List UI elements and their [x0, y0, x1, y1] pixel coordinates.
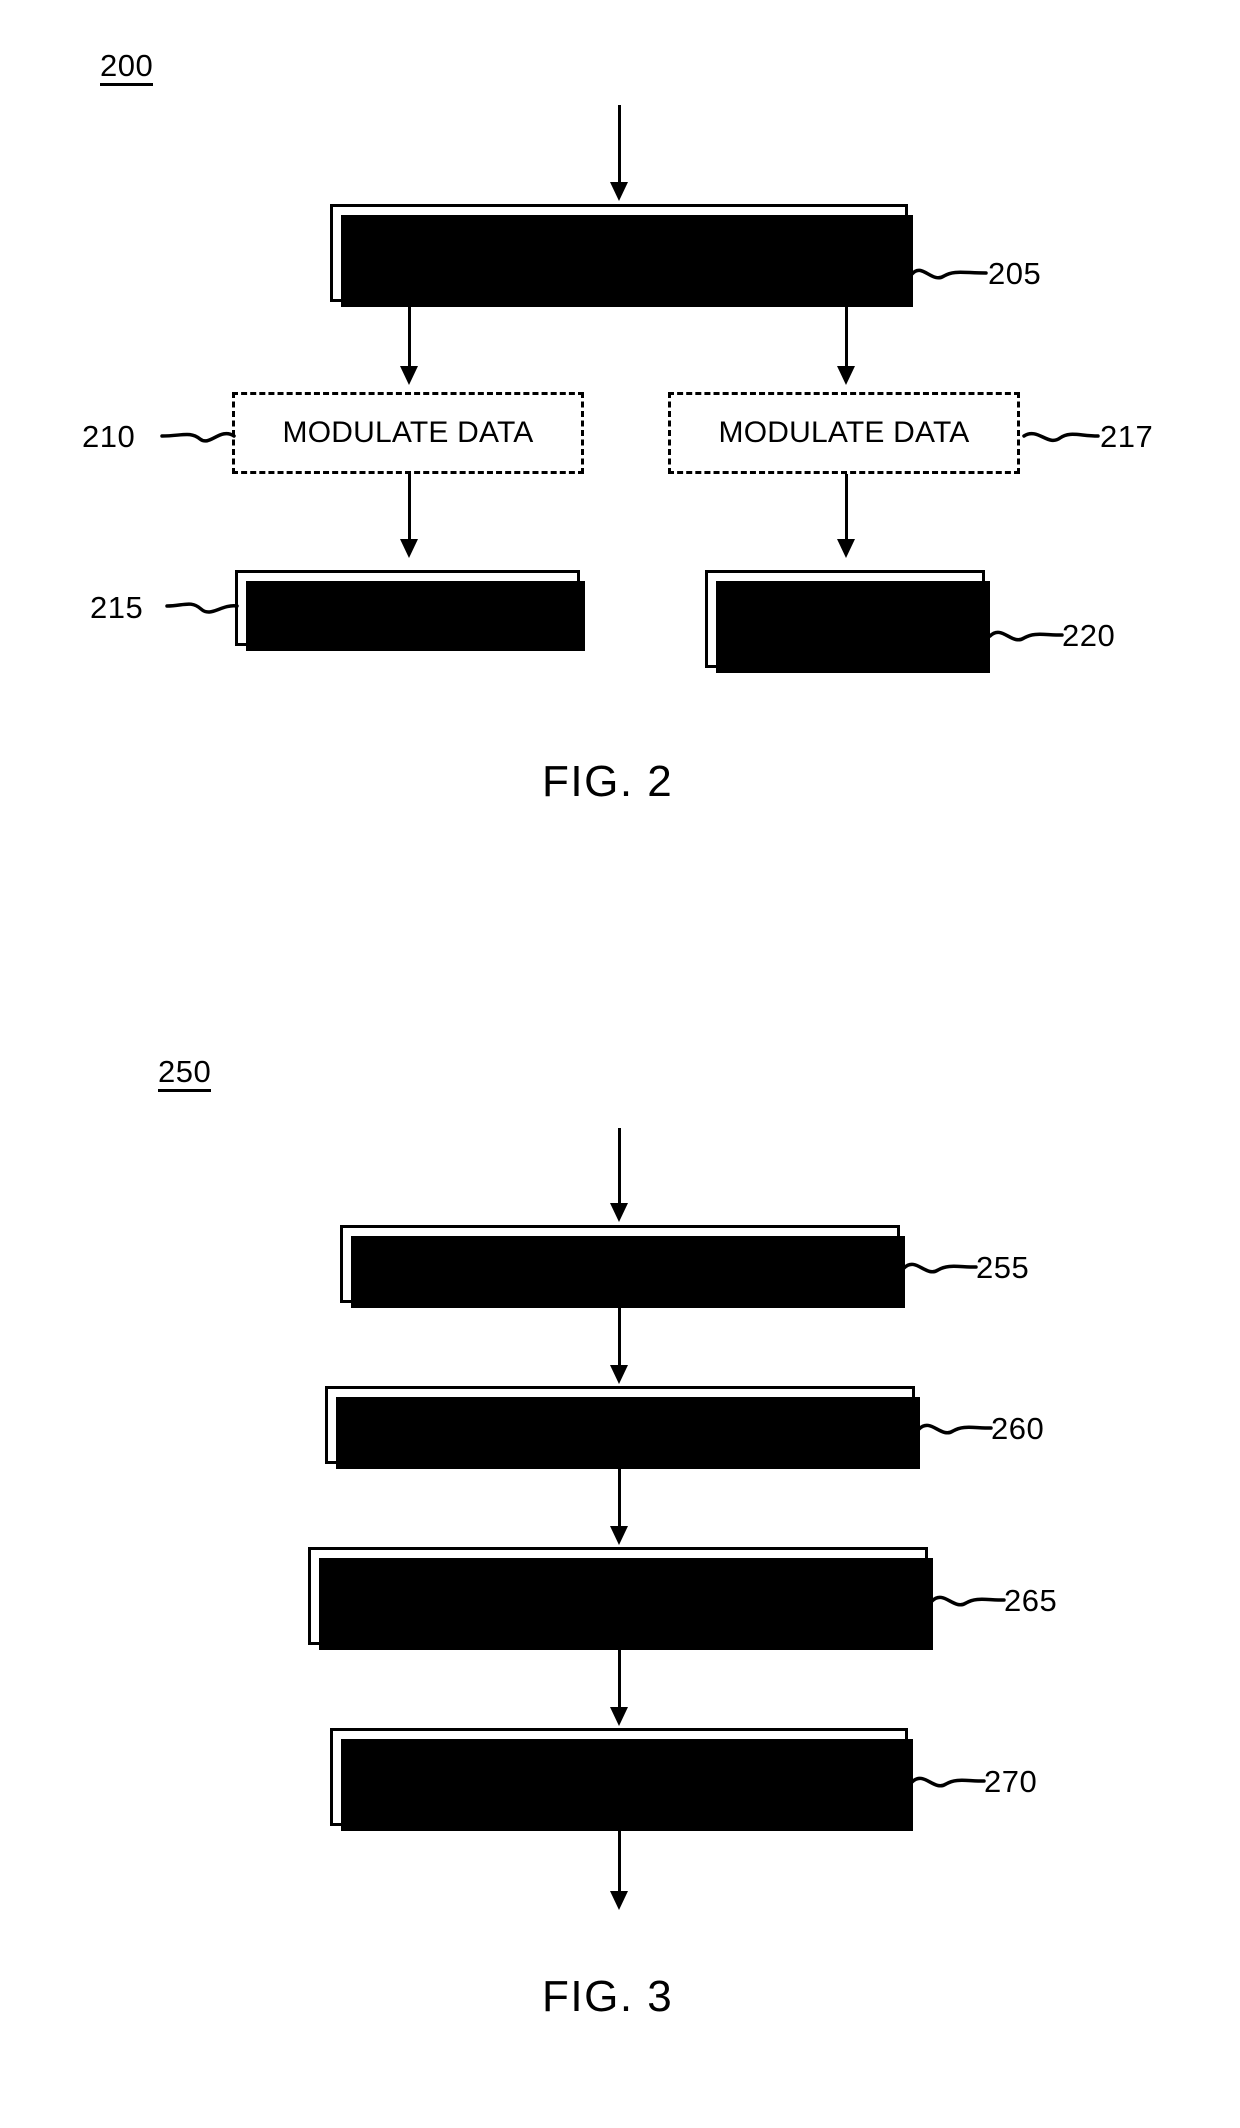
reference-numeral-260: 260 [991, 1411, 1045, 1446]
arrow-head-exit-from-270 [610, 1891, 628, 1910]
leader-line-220 [988, 630, 1064, 642]
process-box-220-line1: STORE DATA [750, 584, 940, 618]
process-box-270[interactable]: OBTAIN SOURCE SYMBOL BITS USING INVERSE C… [330, 1728, 913, 1831]
process-box-205-label: ENCODE INFORMATION BITS USING OPTIMIZED C… [382, 218, 855, 288]
arrow-210-to-215 [408, 474, 411, 542]
arrow-265-to-270 [618, 1645, 621, 1710]
process-box-260-label: ESTIMATE NOISE PARAMETERS [386, 1407, 854, 1441]
process-box-215-label: TRANSMIT DATA [287, 590, 528, 624]
arrow-head-entry-to-205 [610, 182, 628, 201]
patent-figure-sheet: 200 ENCODE INFORMATION BITS USING OPTIMIZ… [0, 0, 1240, 2128]
reference-numeral-220: 220 [1062, 618, 1116, 653]
reference-numeral-205: 205 [988, 256, 1042, 291]
process-box-215[interactable]: TRANSMIT DATA [235, 570, 585, 651]
arrow-head-205-to-217 [837, 366, 855, 385]
process-box-220-label: STORE DATA IN MEMORY [741, 584, 950, 654]
process-box-210[interactable]: MODULATE DATA [232, 392, 584, 474]
figure-2-flow-reference: 200 [100, 50, 154, 86]
leader-line-255 [902, 1262, 978, 1274]
process-box-270-line1: OBTAIN SOURCE SYMBOL BITS [389, 1742, 849, 1776]
process-box-205-line1: ENCODE INFORMATION BITS [406, 218, 832, 252]
arrow-head-217-to-220 [837, 539, 855, 558]
reference-numeral-265: 265 [1004, 1583, 1058, 1618]
process-box-265[interactable]: DECODE RECEIVED CODE WORD USING BAYES DEC… [308, 1547, 933, 1650]
process-box-210-label: MODULATE DATA [282, 415, 534, 449]
arrow-exit-from-270 [618, 1826, 621, 1894]
arrow-head-205-to-210 [400, 366, 418, 385]
leader-line-205 [910, 268, 988, 280]
reference-numeral-217: 217 [1100, 419, 1154, 454]
process-box-265-label: DECODE RECEIVED CODE WORD USING BAYES DEC… [361, 1561, 874, 1631]
process-box-270-label: OBTAIN SOURCE SYMBOL BITS USING INVERSE C… [380, 1742, 858, 1812]
reference-numeral-270: 270 [984, 1764, 1038, 1799]
arrow-head-entry-to-255 [610, 1203, 628, 1222]
process-box-220-line2: IN MEMORY [757, 619, 933, 652]
process-box-255-label: RECEIVE/DEMODULATE DATA [402, 1246, 838, 1280]
reference-numeral-215: 215 [90, 590, 144, 625]
process-box-260[interactable]: ESTIMATE NOISE PARAMETERS [325, 1386, 920, 1469]
process-box-205[interactable]: ENCODE INFORMATION BITS USING OPTIMIZED C… [330, 204, 913, 307]
reference-numeral-210: 210 [82, 419, 136, 454]
process-box-217[interactable]: MODULATE DATA [668, 392, 1020, 474]
process-box-255[interactable]: RECEIVE/DEMODULATE DATA [340, 1225, 905, 1308]
arrow-head-260-to-265 [610, 1526, 628, 1545]
arrow-260-to-265 [618, 1464, 621, 1529]
arrow-head-255-to-260 [610, 1365, 628, 1384]
reference-numeral-255: 255 [976, 1250, 1030, 1285]
leader-line-265 [930, 1595, 1006, 1607]
process-box-265-line2: USING BAYES DECODER [436, 1596, 800, 1629]
process-box-205-line2: USING OPTIMIZED CODEBOOK [392, 253, 846, 286]
figure-3-flow-reference: 250 [158, 1056, 212, 1092]
leader-line-270 [910, 1776, 986, 1788]
leader-line-215 [165, 602, 239, 614]
process-box-270-line2: USING INVERSE CODEBOOK [408, 1777, 830, 1810]
leader-line-217 [1022, 432, 1100, 442]
process-box-220[interactable]: STORE DATA IN MEMORY [705, 570, 990, 673]
figure-2-caption: FIG. 2 [542, 757, 674, 806]
arrow-255-to-260 [618, 1303, 621, 1368]
arrow-entry-to-255 [618, 1128, 621, 1206]
process-box-217-label: MODULATE DATA [718, 415, 970, 449]
arrow-head-210-to-215 [400, 539, 418, 558]
arrow-205-to-217 [845, 302, 848, 369]
arrow-217-to-220 [845, 474, 848, 542]
process-box-265-line1: DECODE RECEIVED CODE WORD [371, 1561, 865, 1595]
leader-line-210 [160, 432, 236, 443]
arrow-205-to-210 [408, 302, 411, 369]
figure-3-caption: FIG. 3 [542, 1972, 674, 2021]
arrow-entry-to-205 [618, 105, 621, 185]
arrow-head-265-to-270 [610, 1707, 628, 1726]
leader-line-260 [917, 1423, 993, 1435]
